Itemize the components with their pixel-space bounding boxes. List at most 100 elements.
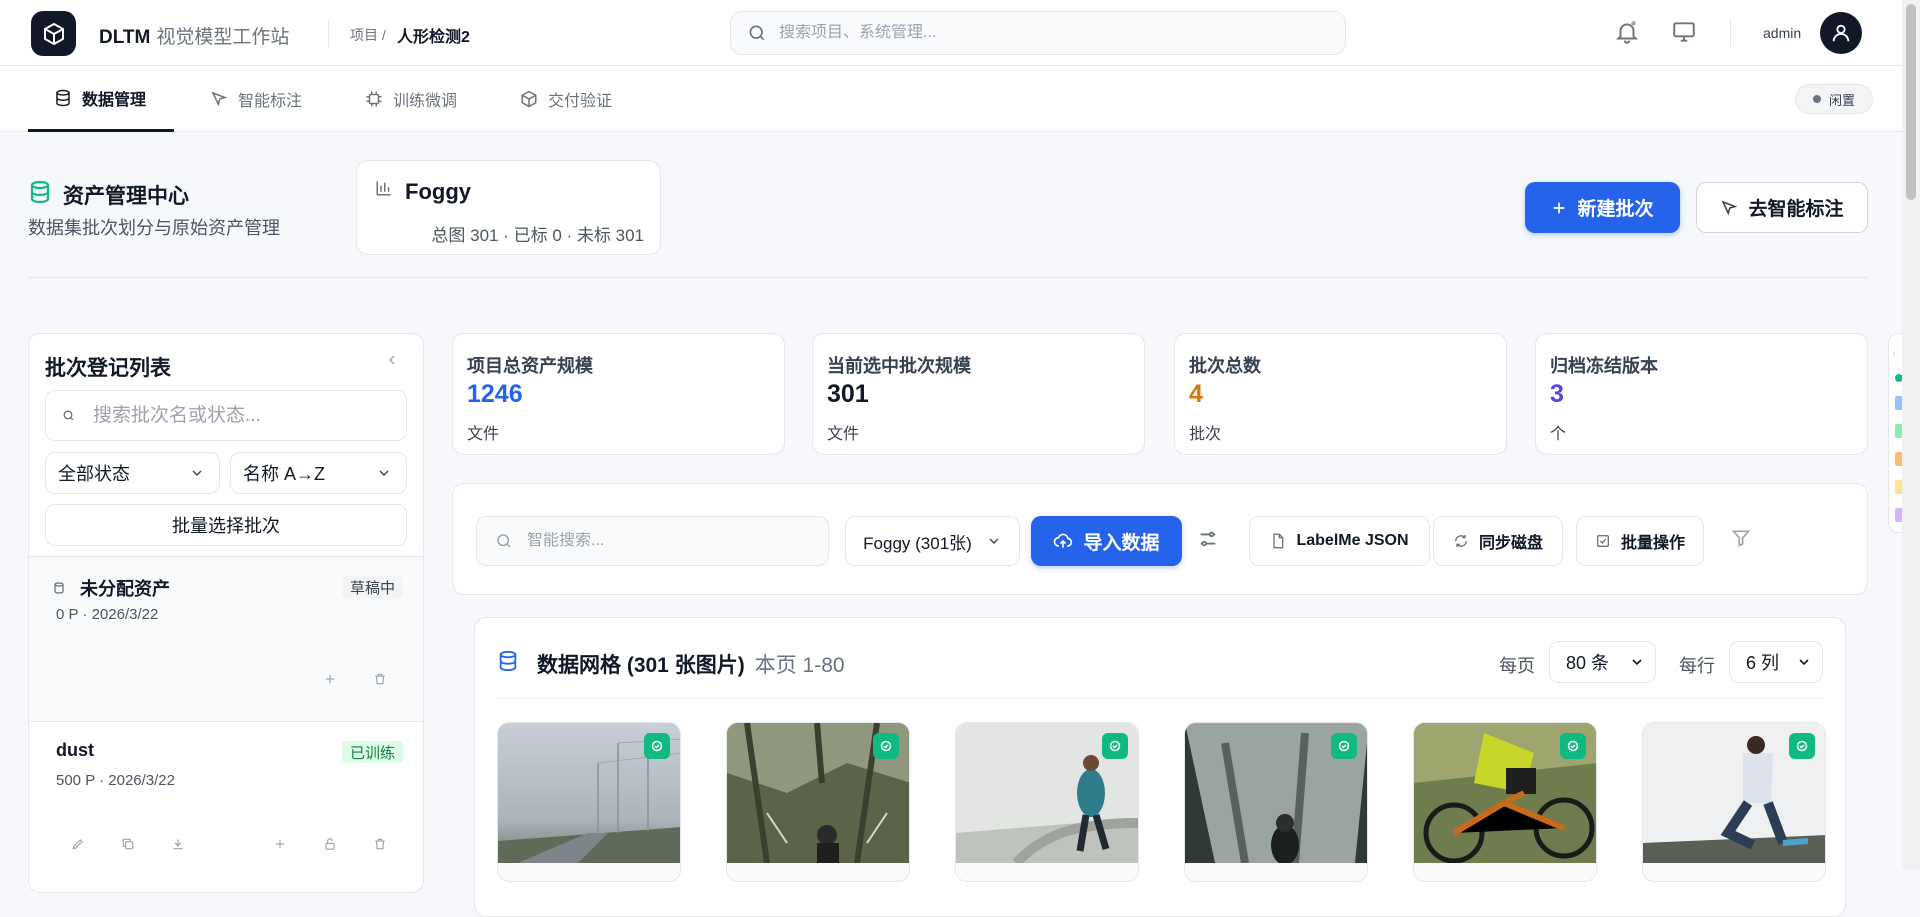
scrollbar-thumb[interactable]: [1906, 4, 1916, 200]
check-icon[interactable]: [1331, 733, 1357, 759]
batch-stats: 总图 301 · 已标 0 · 未标 301: [431, 226, 644, 245]
batch-list-item[interactable]: dust 500 P · 2026/3/22 已训练: [29, 721, 423, 892]
copy-icon[interactable]: [121, 837, 135, 851]
user-avatar[interactable]: [1820, 12, 1862, 54]
global-search[interactable]: [730, 11, 1346, 55]
stat-unit: 文件: [467, 426, 500, 443]
add-icon[interactable]: [273, 837, 287, 851]
per-page-label: 每页: [1499, 656, 1535, 676]
image-thumbnail[interactable]: [1413, 722, 1597, 882]
tab-data-management[interactable]: 数据管理: [28, 66, 175, 132]
labelme-json-button[interactable]: LabelMe JSON: [1249, 516, 1430, 566]
download-icon[interactable]: [171, 837, 185, 851]
app-logo[interactable]: [31, 11, 76, 56]
display-button[interactable]: [1671, 19, 1697, 50]
import-data-button[interactable]: 导入数据: [1031, 516, 1182, 566]
cursor-icon: [1722, 200, 1738, 215]
batch-meta: 500 P · 2026/3/22: [56, 772, 175, 789]
notification-button[interactable]: [1614, 19, 1640, 50]
search-icon: [63, 410, 74, 421]
sync-disk-button[interactable]: 同步磁盘: [1433, 516, 1563, 566]
status-text: 闲置: [1828, 92, 1855, 108]
sliders-icon[interactable]: [1197, 528, 1219, 550]
image-thumbnail[interactable]: [1642, 722, 1826, 882]
tab-training[interactable]: 训练微调: [365, 66, 457, 132]
side-legend-strip[interactable]: ‹: [1888, 333, 1903, 533]
image-thumbnail[interactable]: [1184, 722, 1368, 882]
stat-label: 项目总资产规模: [467, 356, 593, 376]
divider: [1730, 19, 1731, 47]
current-batch-card: Foggy 总图 301 · 已标 0 · 未标 301: [356, 160, 661, 255]
divider: [328, 19, 329, 47]
chevron-down-icon: [379, 470, 389, 476]
check-icon[interactable]: [873, 733, 899, 759]
search-icon: [749, 25, 765, 41]
refresh-icon: [1454, 535, 1467, 547]
add-icon[interactable]: [323, 672, 337, 686]
chevron-left-icon: [389, 355, 395, 365]
breadcrumb-project[interactable]: 人形检测2: [397, 23, 470, 47]
stat-card-batch-count: 批次总数 4 批次: [1174, 333, 1507, 455]
stat-label: 当前选中批次规模: [827, 356, 971, 376]
batch-search-input[interactable]: [93, 404, 373, 427]
image-thumbnail[interactable]: [955, 722, 1139, 882]
trash-icon[interactable]: [373, 672, 387, 686]
sort-select[interactable]: 名称 A→Z: [230, 452, 407, 494]
bulk-select-button[interactable]: 批量选择批次: [45, 504, 407, 546]
batch-select[interactable]: Foggy (301张): [845, 516, 1020, 566]
page-title: 资产管理中心: [63, 185, 189, 208]
stat-value: 1246: [467, 380, 523, 408]
tab-delivery[interactable]: 交付验证: [520, 66, 612, 132]
status-filter-select[interactable]: 全部状态: [45, 452, 220, 494]
button-label: 去智能标注: [1748, 199, 1844, 220]
lock-icon[interactable]: [323, 837, 337, 851]
grid-range: 本页 1-80: [754, 654, 845, 677]
smart-search[interactable]: [476, 516, 829, 566]
file-icon: [1273, 533, 1284, 549]
batch-search[interactable]: [45, 390, 407, 441]
cloud-upload-icon: [1054, 533, 1073, 548]
tab-label: 交付验证: [548, 93, 613, 110]
check-icon[interactable]: [644, 733, 670, 759]
bell-icon: [1615, 21, 1639, 44]
check-icon[interactable]: [1560, 733, 1586, 759]
edit-icon[interactable]: [71, 837, 85, 851]
checkbox-icon: [1596, 535, 1609, 547]
divider: [28, 277, 1868, 278]
stat-unit: 文件: [827, 426, 860, 443]
filter-icon[interactable]: [1731, 528, 1751, 548]
smart-search-input[interactable]: [527, 532, 807, 550]
new-batch-button[interactable]: 新建批次: [1525, 182, 1680, 233]
chevron-down-icon: [192, 470, 202, 476]
tab-smart-annotation[interactable]: 智能标注: [210, 66, 302, 132]
chevron-down-icon: [989, 538, 999, 544]
stat-unit: 批次: [1189, 426, 1222, 443]
per-row-select[interactable]: 6 列: [1729, 641, 1823, 683]
image-thumbnail[interactable]: [497, 722, 681, 882]
chevron-down-icon: [1632, 659, 1642, 666]
global-search-input[interactable]: [779, 24, 1279, 42]
select-value: Foggy (301张): [863, 533, 972, 553]
check-icon[interactable]: [1789, 733, 1815, 759]
stat-value: 301: [827, 380, 869, 408]
collapse-button[interactable]: [384, 352, 400, 373]
grid-title: 数据网格 (301 张图片) 本页 1-80: [537, 649, 845, 679]
app-title: DLTM 视觉模型工作站: [99, 27, 290, 48]
stat-value: 3: [1550, 380, 1564, 408]
batch-list-item[interactable]: 未分配资产 0 P · 2026/3/22 草稿中: [29, 556, 423, 722]
trash-icon[interactable]: [373, 837, 387, 851]
batch-meta: 0 P · 2026/3/22: [56, 606, 159, 623]
tab-label: 训练微调: [393, 93, 458, 110]
image-thumbnail[interactable]: [726, 722, 910, 882]
stat-card-total-assets: 项目总资产规模 1246 文件: [452, 333, 785, 455]
button-label: LabelMe JSON: [1296, 532, 1409, 549]
stat-card-selected-batch: 当前选中批次规模 301 文件: [812, 333, 1145, 455]
bulk-action-button[interactable]: 批量操作: [1576, 516, 1704, 566]
divider: [497, 698, 1823, 699]
go-annotate-button[interactable]: 去智能标注: [1696, 182, 1868, 233]
per-page-select[interactable]: 80 条: [1549, 641, 1656, 683]
stat-card-frozen-versions: 归档冻结版本 3 个: [1535, 333, 1868, 455]
button-label: 同步磁盘: [1478, 535, 1543, 552]
check-icon[interactable]: [1102, 733, 1128, 759]
button-label: 新建批次: [1577, 199, 1654, 220]
